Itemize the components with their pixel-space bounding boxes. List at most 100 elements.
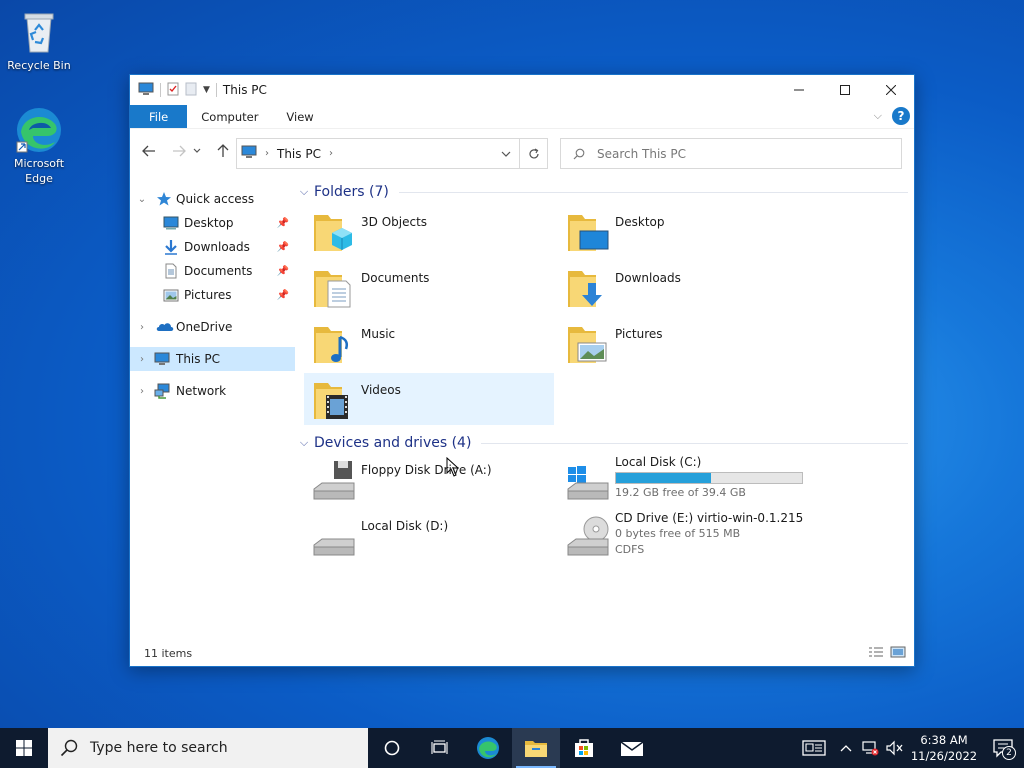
new-folder-icon[interactable] [185, 82, 197, 99]
onedrive-icon [156, 319, 174, 335]
expand-ribbon-chevron-icon[interactable]: ⌵ [874, 109, 882, 123]
tab-computer[interactable]: Computer [187, 105, 272, 128]
back-button[interactable] [136, 138, 162, 164]
documents-folder-icon [312, 265, 356, 309]
task-view-button[interactable] [416, 728, 464, 768]
desktop-icon-recycle-bin[interactable]: Recycle Bin [1, 8, 77, 73]
drive-c[interactable]: Local Disk (C:) 19.2 GB free of 39.4 GB [558, 455, 808, 507]
refresh-button[interactable] [519, 139, 547, 168]
minimize-button[interactable] [776, 75, 822, 105]
action-center-button[interactable]: 2 [982, 728, 1024, 768]
drive-free-space: 0 bytes free of 515 MB [615, 527, 741, 540]
task-view-icon [431, 740, 448, 754]
volume-muted-icon[interactable] [882, 728, 906, 768]
chevron-right-icon[interactable]: › [137, 322, 147, 333]
cortana-button[interactable] [368, 728, 416, 768]
folder-downloads[interactable]: Downloads [558, 261, 808, 313]
folder-pictures[interactable]: Pictures [558, 317, 808, 369]
taskbar-mail-button[interactable] [608, 728, 656, 768]
chevron-right-icon[interactable]: › [137, 386, 147, 397]
desktop-icon-label: Recycle Bin [7, 59, 71, 72]
drive-e[interactable]: CD Drive (E:) virtio-win-0.1.215 0 bytes… [558, 511, 808, 567]
nav-quick-documents[interactable]: Documents 📌 [130, 259, 295, 283]
nav-onedrive[interactable]: › OneDrive [130, 315, 295, 339]
desktop-icon [163, 215, 179, 231]
desktop-folder-icon [566, 209, 610, 253]
details-view-icon[interactable] [868, 646, 884, 661]
pictures-folder-icon [566, 321, 610, 365]
folders-group-header[interactable]: ⌵ Folders (7) [296, 182, 908, 202]
news-widget-icon[interactable] [794, 728, 834, 768]
network-disconnected-icon[interactable] [858, 728, 882, 768]
forward-button[interactable] [166, 138, 192, 164]
navigation-bar: › This PC › [130, 128, 914, 171]
breadcrumb: › This PC › [237, 145, 493, 162]
drive-d[interactable]: Local Disk (D:) [304, 511, 554, 563]
nav-network[interactable]: › Network [130, 379, 295, 403]
properties-icon[interactable] [167, 82, 179, 99]
chevron-right-icon[interactable]: › [265, 148, 269, 159]
taskbar-edge-button[interactable] [464, 728, 512, 768]
chevron-right-icon[interactable]: › [329, 148, 333, 159]
search-box[interactable] [560, 138, 902, 169]
nav-quick-pictures[interactable]: Pictures 📌 [130, 283, 295, 307]
floppy-drive-icon [312, 459, 356, 503]
edge-icon [477, 737, 499, 759]
chevron-right-icon[interactable]: › [137, 354, 147, 365]
folder-3d-objects[interactable]: 3D Objects [304, 205, 554, 257]
nav-this-pc[interactable]: › This PC [130, 347, 295, 371]
maximize-icon [840, 85, 850, 95]
folder-desktop[interactable]: Desktop [558, 205, 808, 257]
status-bar: 11 items [130, 640, 914, 666]
folder-documents[interactable]: Documents [304, 261, 554, 313]
window-controls [776, 75, 914, 105]
quick-access-toolbar: ▼ [130, 82, 217, 99]
pin-icon: 📌 [276, 289, 289, 301]
recent-locations-button[interactable] [190, 138, 204, 164]
drive-usage-bar [615, 472, 803, 484]
search-input[interactable] [597, 146, 877, 161]
chevron-down-icon[interactable]: ⌵ [296, 185, 312, 199]
folder-videos[interactable]: Videos [304, 373, 554, 425]
drives-group-header[interactable]: ⌵ Devices and drives (4) [296, 433, 908, 453]
folder-name: Desktop [615, 215, 665, 229]
taskbar-file-explorer-button[interactable] [512, 728, 560, 768]
taskbar-store-button[interactable] [560, 728, 608, 768]
tab-file[interactable]: File [130, 105, 188, 128]
this-pc-icon [138, 82, 154, 99]
drive-name: CD Drive (E:) virtio-win-0.1.215 [615, 511, 804, 525]
chevron-down-icon[interactable]: ⌄ [137, 194, 147, 205]
music-folder-icon [312, 321, 356, 365]
nav-quick-access[interactable]: ⌄ Quick access [130, 187, 295, 211]
drive-a[interactable]: Floppy Disk Drive (A:) [304, 455, 554, 507]
maximize-button[interactable] [822, 75, 868, 105]
up-button[interactable] [210, 138, 236, 164]
chevron-down-icon[interactable]: ⌵ [296, 436, 312, 450]
tab-view[interactable]: View [272, 105, 327, 128]
close-icon [886, 85, 896, 95]
address-bar[interactable]: › This PC › [236, 138, 548, 169]
nav-quick-desktop[interactable]: Desktop 📌 [130, 211, 295, 235]
drive-filesystem: CDFS [615, 543, 645, 556]
close-button[interactable] [868, 75, 914, 105]
help-icon[interactable]: ? [892, 107, 910, 125]
nav-label: Documents [184, 264, 253, 278]
desktop-icon-edge[interactable]: Microsoft Edge [1, 106, 77, 186]
taskbar-search-placeholder: Type here to search [90, 740, 228, 756]
this-pc-icon [154, 351, 170, 367]
taskbar-clock[interactable]: 6:38 AM 11/26/2022 [906, 732, 982, 764]
show-hidden-icons-chevron-icon[interactable] [834, 728, 858, 768]
title-bar[interactable]: ▼ This PC [130, 75, 914, 105]
large-icons-view-icon[interactable] [890, 646, 906, 661]
nav-quick-downloads[interactable]: Downloads 📌 [130, 235, 295, 259]
chevron-down-icon [501, 151, 511, 157]
breadcrumb-this-pc[interactable]: This PC [277, 147, 321, 161]
start-button[interactable] [0, 728, 48, 768]
taskbar-search-box[interactable]: Type here to search [48, 728, 368, 768]
window-title: This PC [222, 83, 267, 97]
group-title: Devices and drives (4) [314, 435, 472, 451]
folder-music[interactable]: Music [304, 317, 554, 369]
address-history-button[interactable] [493, 139, 519, 168]
edge-icon [15, 106, 63, 154]
customize-qat-chevron-icon[interactable]: ▼ [203, 85, 210, 95]
